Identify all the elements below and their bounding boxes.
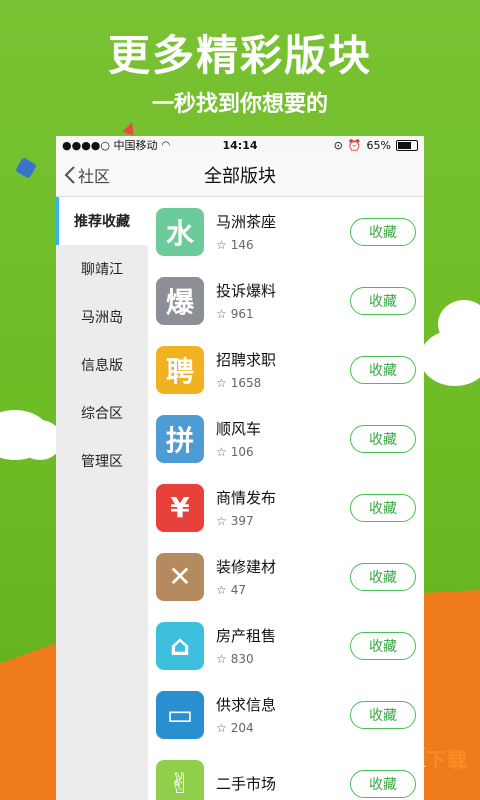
explosion-icon: 爆 — [156, 276, 204, 325]
category-sidebar: 推荐收藏 聊靖江 马洲岛 信息版 综合区 管理区 — [56, 197, 148, 800]
book-icon: ▭ — [156, 690, 204, 739]
house-icon: ⌂ — [156, 621, 204, 670]
sidebar-item-label: 综合区 — [81, 406, 123, 422]
board-name: 商情发布 — [216, 489, 277, 507]
board-count: 204 — [230, 721, 254, 735]
promo-subline: 一秒找到你想要的 — [151, 92, 328, 117]
watermark-logo: KK下载 — [383, 744, 468, 774]
favorite-button[interactable]: 收藏 — [350, 700, 416, 729]
star-icon: ☆ — [216, 376, 227, 390]
favorite-button[interactable]: 收藏 — [350, 355, 416, 384]
status-time: 14:14 — [222, 138, 258, 152]
list-item[interactable]: ✌ 二手市场 收藏 — [148, 749, 424, 800]
board-name: 供求信息 — [216, 696, 277, 714]
promo-headline: 更多精彩版块 — [107, 31, 372, 80]
sidebar-item-mazhoudao[interactable]: 马洲岛 — [56, 293, 148, 341]
sidebar-item-admin[interactable]: 管理区 — [56, 437, 148, 485]
list-item[interactable]: ⌂ 房产租售 ☆ 830 收藏 — [148, 611, 424, 680]
board-count: 1658 — [230, 376, 262, 390]
sidebar-item-general[interactable]: 综合区 — [56, 389, 148, 437]
sidebar-item-recommended[interactable]: 推荐收藏 — [56, 197, 148, 245]
recruit-icon: 聘 — [156, 345, 204, 394]
board-name: 房产租售 — [216, 627, 277, 645]
page-title: 全部版块 — [204, 166, 276, 187]
phone-screen: ●●●●○ 中国移动 ◠ 14:14 ⊙ ⏰ 65% 社区 全部版块 推荐收藏 … — [56, 136, 424, 800]
board-name: 投诉爆料 — [216, 282, 277, 300]
list-item[interactable]: 聘 招聘求职 ☆ 1658 收藏 — [148, 335, 424, 404]
star-icon: ☆ — [216, 514, 227, 528]
hand-icon: ✌ — [156, 759, 204, 800]
blue-gem-icon — [15, 157, 37, 179]
favorite-button[interactable]: 收藏 — [350, 286, 416, 315]
board-name: 马洲茶座 — [216, 213, 277, 231]
favorite-button[interactable]: 收藏 — [350, 217, 416, 246]
sidebar-item-info[interactable]: 信息版 — [56, 341, 148, 389]
list-item[interactable]: ✕ 装修建材 ☆ 47 收藏 — [148, 542, 424, 611]
sidebar-item-jingjiang[interactable]: 聊靖江 — [56, 245, 148, 293]
favorite-button[interactable]: 收藏 — [350, 424, 416, 453]
sidebar-item-label: 管理区 — [81, 454, 123, 470]
star-icon: ☆ — [216, 238, 227, 252]
star-icon: ☆ — [216, 583, 227, 597]
list-item[interactable]: 水 马洲茶座 ☆ 146 收藏 — [148, 197, 424, 266]
board-name: 招聘求职 — [216, 351, 277, 369]
board-name: 顺风车 — [216, 420, 262, 438]
list-item[interactable]: ▭ 供求信息 ☆ 204 收藏 — [148, 680, 424, 749]
list-item[interactable]: 拼 顺风车 ☆ 106 收藏 — [148, 404, 424, 473]
board-name: 装修建材 — [216, 558, 277, 576]
board-name: 二手市场 — [216, 775, 277, 793]
board-count: 146 — [230, 238, 254, 252]
board-count: 106 — [230, 445, 254, 459]
back-label: 社区 — [78, 167, 111, 186]
board-list: 水 马洲茶座 ☆ 146 收藏 爆 投诉爆料 ☆ 961 收藏 聘 招聘求职 ☆… — [148, 197, 424, 800]
sidebar-item-label: 马洲岛 — [81, 310, 123, 326]
list-item[interactable]: 爆 投诉爆料 ☆ 961 收藏 — [148, 266, 424, 335]
sidebar-item-label: 聊靖江 — [81, 262, 123, 278]
navigation-bar: 社区 全部版块 — [56, 154, 424, 197]
red-triangle-icon — [122, 120, 138, 136]
sidebar-item-label: 推荐收藏 — [74, 214, 130, 230]
battery-icon — [396, 139, 418, 151]
board-count: 961 — [230, 307, 254, 321]
sidebar-item-label: 信息版 — [81, 358, 123, 374]
status-bar: ●●●●○ 中国移动 ◠ 14:14 ⊙ ⏰ 65% — [56, 136, 424, 154]
tools-icon: ✕ — [156, 552, 204, 601]
board-count: 830 — [230, 652, 254, 666]
star-icon: ☆ — [216, 307, 227, 321]
content-area: 推荐收藏 聊靖江 马洲岛 信息版 综合区 管理区 水 马洲茶座 ☆ 146 收藏 … — [56, 197, 424, 800]
price-tag-icon: ¥ — [156, 483, 204, 532]
favorite-button[interactable]: 收藏 — [350, 562, 416, 591]
star-icon: ☆ — [216, 652, 227, 666]
water-icon: 水 — [156, 207, 204, 256]
board-count: 397 — [230, 514, 254, 528]
board-count: 47 — [230, 583, 247, 597]
back-button[interactable]: 社区 — [56, 163, 110, 187]
favorite-button[interactable]: 收藏 — [350, 493, 416, 522]
star-icon: ☆ — [216, 721, 227, 735]
chevron-left-icon — [64, 166, 75, 184]
carpool-icon: 拼 — [156, 414, 204, 463]
list-item[interactable]: ¥ 商情发布 ☆ 397 收藏 — [148, 473, 424, 542]
favorite-button[interactable]: 收藏 — [350, 631, 416, 660]
star-icon: ☆ — [216, 445, 227, 459]
